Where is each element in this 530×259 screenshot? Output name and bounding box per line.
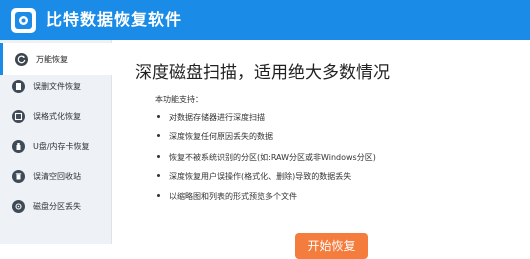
bullet-icon [157, 134, 160, 137]
bullet-icon [157, 174, 160, 177]
sidebar-item-label: U盘/内存卡恢复 [33, 141, 90, 151]
main-panel: 深度磁盘扫描，适用绝大多数情况 本功能支持： 对数据存储器进行深度扫描 深度恢复… [112, 40, 530, 259]
file-icon [12, 79, 25, 93]
sidebar-item-label: 误删文件恢复 [33, 81, 81, 91]
sidebar-item-label: 误格式化恢复 [33, 111, 81, 121]
app-title: 比特数据恢复软件 [46, 10, 183, 29]
sidebar-item-label: 万能恢复 [36, 54, 68, 64]
bullet-icon [157, 155, 160, 158]
feature-item: 恢复不被系统识别的分区(如:RAW分区或非Windows分区) [157, 152, 376, 163]
sidebar: 万能恢复 误删文件恢复 误格式化恢复 U盘/内存卡恢复 误清空回收站 磁盘分区丢… [0, 40, 112, 244]
feature-text: 对数据存储器进行深度扫描 [169, 113, 265, 122]
feature-item: 对数据存储器进行深度扫描 [157, 112, 265, 123]
sidebar-item-label: 磁盘分区丢失 [33, 201, 81, 211]
sidebar-item-usb-memory-card-recovery[interactable]: U盘/内存卡恢复 [0, 130, 112, 162]
usb-drive-icon [12, 139, 25, 153]
disk-partition-icon [12, 199, 25, 213]
bullet-icon [157, 115, 160, 118]
refresh-icon [15, 52, 28, 66]
feature-item: 以缩略图和列表的形式预览多个文件 [157, 191, 297, 202]
app-logo-icon [11, 8, 36, 33]
sidebar-item-recycle-bin-recovery[interactable]: 误清空回收站 [0, 160, 112, 192]
feature-text: 深度恢复任何原因丢失的数据 [169, 132, 273, 141]
sidebar-item-partition-loss-recovery[interactable]: 磁盘分区丢失 [0, 190, 112, 222]
feature-item: 深度恢复任何原因丢失的数据 [157, 131, 273, 142]
features-label: 本功能支持： [155, 95, 203, 104]
feature-text: 深度恢复用户误操作(格式化、删除)导致的数据丢失 [169, 172, 352, 181]
sidebar-item-deleted-file-recovery[interactable]: 误删文件恢复 [0, 70, 112, 102]
feature-text: 恢复不被系统识别的分区(如:RAW分区或非Windows分区) [169, 153, 376, 162]
title-bar: 比特数据恢复软件 [0, 0, 530, 40]
sidebar-item-format-recovery[interactable]: 误格式化恢复 [0, 100, 112, 132]
recycle-bin-icon [12, 169, 25, 183]
bullet-icon [157, 194, 160, 197]
sidebar-item-label: 误清空回收站 [33, 171, 81, 181]
feature-text: 以缩略图和列表的形式预览多个文件 [169, 192, 297, 201]
format-icon [12, 109, 25, 123]
feature-item: 深度恢复用户误操作(格式化、删除)导致的数据丢失 [157, 171, 351, 182]
page-title: 深度磁盘扫描，适用绝大多数情况 [135, 63, 390, 83]
start-recovery-button[interactable]: 开始恢复 [295, 233, 368, 259]
